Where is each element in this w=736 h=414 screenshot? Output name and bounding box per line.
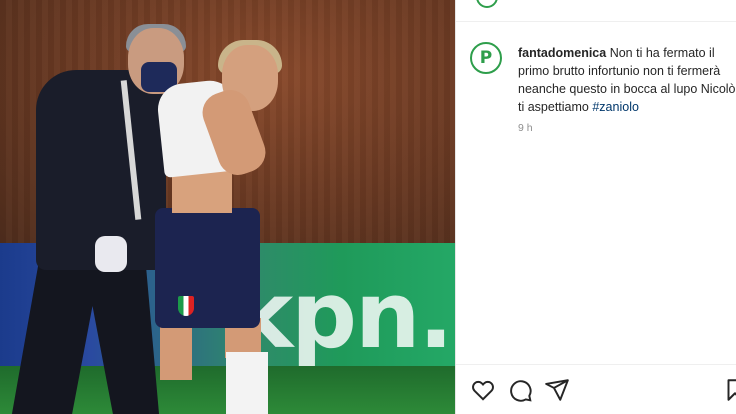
header-avatar[interactable] (476, 0, 498, 8)
heart-icon[interactable] (470, 377, 496, 403)
post-timestamp[interactable]: 9 h (518, 122, 533, 134)
player-shorts (155, 208, 260, 328)
post-photo[interactable]: kpn. (0, 0, 455, 414)
share-icon[interactable] (544, 377, 570, 403)
username-link[interactable]: fantadomenica (518, 46, 606, 60)
post-caption: fantadomenica Non ti ha fermato il primo… (518, 44, 736, 116)
action-bar (456, 364, 736, 414)
avatar[interactable]: P (470, 42, 502, 74)
fantadomenica-logo-icon: P (479, 48, 493, 68)
player-leg (160, 320, 192, 380)
hashtag-link[interactable]: #zaniolo (592, 100, 639, 114)
comment-icon[interactable] (507, 377, 533, 403)
doctor-glove (95, 236, 127, 272)
player-sock (226, 352, 268, 414)
bookmark-icon[interactable] (722, 377, 736, 403)
italy-crest-icon (178, 296, 194, 316)
post-sidebar: P fantadomenica Non ti ha fermato il pri… (455, 0, 736, 414)
post-header (456, 0, 736, 22)
